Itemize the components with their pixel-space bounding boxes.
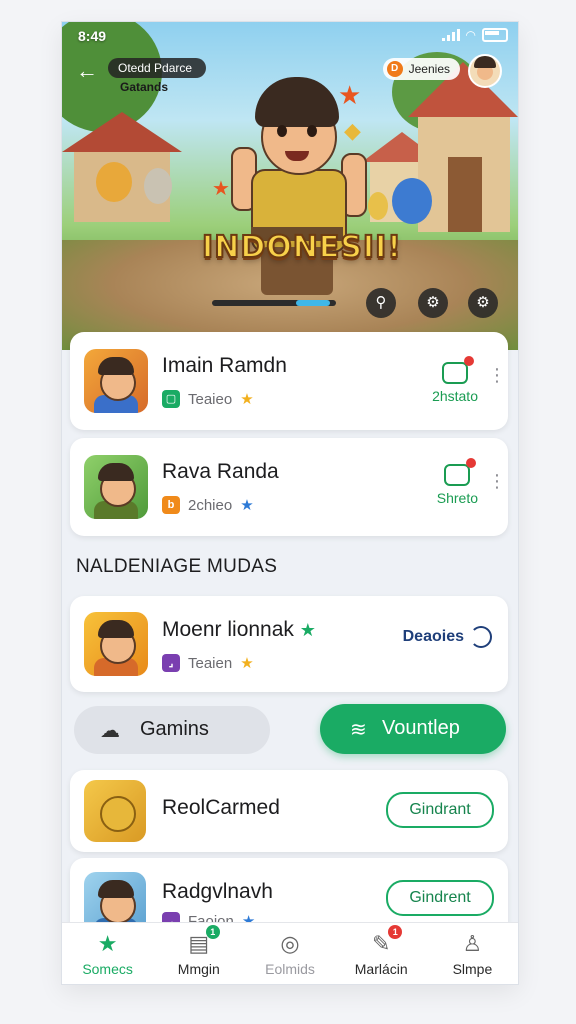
settings-icon[interactable]: ⚙ (468, 288, 498, 318)
nav-label: Somecs (82, 961, 133, 977)
game-card[interactable]: Rava Randa b 2chieo ★ Shreto ⋮ (70, 438, 508, 536)
user-chip[interactable]: D Jeenies (382, 58, 460, 80)
search-icon[interactable]: ⚲ (366, 288, 396, 318)
nav-badge: 1 (205, 925, 220, 939)
download-status-label: Deaoies (402, 628, 464, 645)
card-tag: Teaien (188, 654, 233, 672)
card-tag: Teaieo (188, 390, 233, 408)
play-icon: D (386, 61, 403, 77)
user-icon: ♙ (462, 931, 483, 956)
bottom-nav: ★ Somecs ▤ 1 Mmgin ◎ Eolmids ✎ 1 Marláci… (62, 922, 518, 984)
chat-icon (442, 356, 475, 384)
star-icon: ★ (240, 391, 254, 408)
battery-icon (482, 28, 508, 42)
nav-label: Eolmids (265, 961, 315, 977)
calendar-icon: ▤ 1 (186, 925, 220, 957)
gear-icon[interactable]: ⚙ (418, 288, 448, 318)
card-title-text: Moenr lionnak (162, 618, 294, 641)
nav-item-marlacin[interactable]: ✎ 1 Marlácin (336, 923, 427, 984)
card-title: Moenr lionnak ★ (162, 618, 316, 642)
featured-card[interactable]: Moenr lionnak ★ ⌟ Teaien ★ Deaoies (70, 596, 508, 692)
card-meta: ▢ Teaieo ★ (162, 390, 254, 408)
wings-icon: ≋ (350, 719, 367, 741)
star-icon: ★ (299, 620, 316, 640)
download-button-label: Vountlep (382, 717, 460, 739)
megaphone-icon: ✎ 1 (368, 925, 403, 957)
more-icon[interactable]: ⋮ (488, 472, 506, 490)
nav-label: Marlácin (354, 961, 408, 977)
nav-label: Slmpe (452, 961, 493, 977)
cat-character-illustration (96, 162, 132, 202)
nav-item-eolmids[interactable]: ◎ Eolmids (244, 923, 335, 984)
list-item-action-button[interactable]: Gindrant (386, 792, 494, 828)
download-button[interactable]: ≋ Vountlep (320, 704, 506, 754)
card-action-label: 2hstato (432, 388, 478, 404)
card-action-label: Shreto (436, 490, 478, 506)
nav-item-somecs[interactable]: ★ Somecs (62, 923, 153, 984)
wifi-icon: ◠ (465, 28, 476, 42)
more-icon[interactable]: ⋮ (488, 366, 506, 384)
back-arrow-icon[interactable]: ← (76, 58, 98, 84)
avatar[interactable] (468, 54, 502, 88)
nav-badge: 1 (388, 925, 403, 939)
card-action[interactable]: Shreto (436, 458, 478, 506)
notification-dot (466, 458, 477, 468)
phone-screen: ★ ★ ◆ INDONESII! 8:49 ◠ ← Otedd Pdarce G… (62, 22, 518, 984)
game-thumbnail (84, 612, 148, 676)
status-icons: ◠ (441, 28, 508, 42)
games-button[interactable]: ☁ Gamins (74, 706, 270, 754)
tag-icon: ⌟ (162, 654, 180, 672)
star-icon: ★ (240, 497, 254, 514)
game-thumbnail (84, 455, 148, 519)
list-item-action-button[interactable]: Gindrent (386, 880, 494, 916)
scooter-rider-illustration (392, 178, 432, 224)
tag-icon: b (162, 496, 180, 514)
list-item[interactable]: ReolCarmed Gindrant (70, 770, 508, 852)
card-meta: ⌟ Teaien ★ (162, 654, 254, 672)
user-chip-label: Jeenies (408, 62, 450, 76)
location-subtitle: Gatands (120, 80, 169, 94)
globe-icon: ◎ (280, 931, 300, 956)
download-status[interactable]: Deaoies (403, 626, 492, 648)
star-icon: ★ (97, 931, 118, 956)
nav-item-slmpe[interactable]: ♙ Slmpe (427, 923, 518, 984)
progress-bar (212, 300, 336, 306)
card-meta: b 2chieo ★ (162, 496, 254, 514)
hero-title: INDONESII! (201, 229, 402, 266)
progress-indicator (296, 300, 330, 306)
card-title: Imain Ramdn (162, 354, 287, 377)
games-button-label: Gamins (140, 718, 209, 740)
villager-illustration (368, 192, 388, 220)
nav-label: Mmgin (177, 961, 220, 977)
chat-icon (444, 458, 477, 486)
game-thumbnail (84, 349, 148, 413)
card-title: Rava Randa (162, 460, 279, 483)
nav-item-mmgin[interactable]: ▤ 1 Mmgin (153, 923, 244, 984)
game-card[interactable]: Imain Ramdn ▢ Teaieo ★ 2hstato ⋮ (70, 332, 508, 430)
signal-icon (441, 29, 460, 41)
list-item-title: Radgvlnavh (162, 880, 273, 903)
notification-dot (464, 356, 475, 366)
star-icon: ★ (240, 655, 254, 672)
loading-spinner-icon (470, 626, 492, 648)
card-tag: 2chieo (188, 496, 233, 514)
villager-illustration (144, 168, 172, 204)
list-item-title: ReolCarmed (162, 796, 280, 819)
card-action[interactable]: 2hstato (432, 356, 478, 404)
game-thumbnail (84, 780, 146, 842)
hero-banner: ★ ★ ◆ INDONESII! 8:49 ◠ ← Otedd Pdarce G… (62, 22, 518, 350)
section-title: NALDENIAGE MUDAS (76, 556, 278, 577)
tag-icon: ▢ (162, 390, 180, 408)
location-chip[interactable]: Otedd Pdarce (108, 58, 207, 78)
cloud-icon: ☁ (100, 720, 120, 742)
status-time: 8:49 (78, 28, 107, 44)
